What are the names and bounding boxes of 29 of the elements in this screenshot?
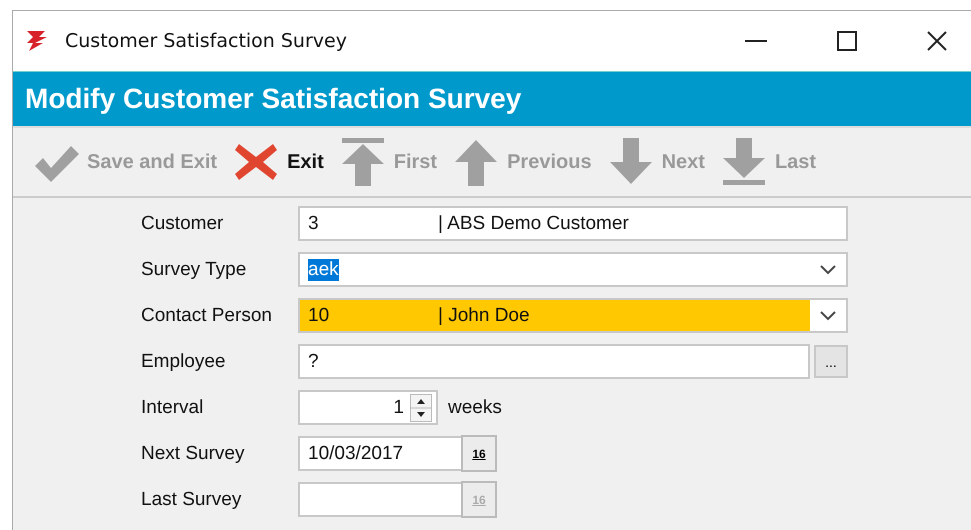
interval-spinner[interactable]: 1 <box>298 390 438 425</box>
chevron-down-icon <box>820 264 836 274</box>
field-label: Customer <box>141 212 224 234</box>
maximize-icon[interactable] <box>837 31 857 51</box>
field-label: Employee <box>141 350 226 372</box>
employee-field[interactable]: ? <box>298 344 810 379</box>
chevron-down-icon <box>820 310 836 320</box>
browse-button[interactable]: ... <box>814 345 848 378</box>
arrow-down-to-bar-icon <box>720 138 767 186</box>
dropdown-field[interactable]: 10 | John Doe <box>298 298 848 333</box>
date-field[interactable]: 10/03/2017 <box>298 436 461 471</box>
field-label: Next Survey <box>141 442 246 464</box>
field-label: Contact Person <box>141 304 273 326</box>
calendar-button[interactable]: 16 <box>461 435 497 472</box>
field-label: Interval <box>141 396 204 418</box>
field-label: Last Survey <box>141 488 242 510</box>
field-label: Survey Type <box>141 258 248 280</box>
customer-field[interactable]: 3 | ABS Demo Customer <box>298 206 848 241</box>
arrow-down-icon <box>608 138 654 186</box>
arrow-up-to-bar-icon <box>340 138 386 186</box>
toolbar-button[interactable]: Exit <box>227 140 330 184</box>
spinner-arrows-icon[interactable] <box>410 394 432 422</box>
window-title: Customer Satisfaction Survey <box>65 30 347 52</box>
unit-label: weeks <box>448 396 502 418</box>
dropdown-field[interactable]: aek <box>298 252 848 287</box>
form-heading: Modify Customer Satisfaction Survey <box>25 83 522 115</box>
minimize-icon[interactable] <box>745 39 767 43</box>
close-icon[interactable] <box>927 31 947 51</box>
arrow-up-icon <box>453 138 500 186</box>
